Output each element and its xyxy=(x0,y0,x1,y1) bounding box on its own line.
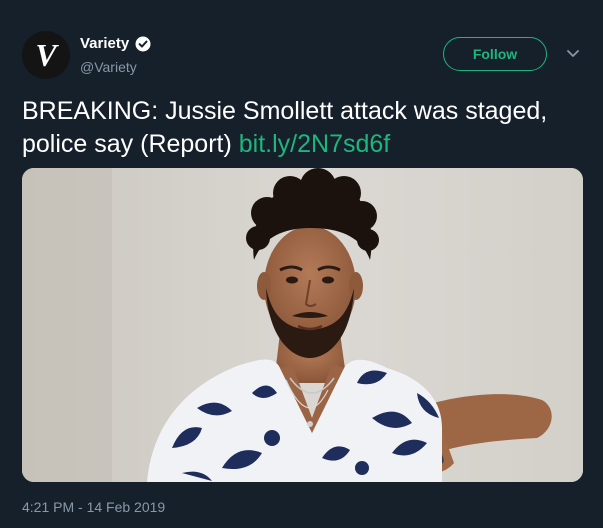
follow-button[interactable]: Follow xyxy=(443,37,547,71)
tweet-timestamp[interactable]: 4:21 PM - 14 Feb 2019 xyxy=(22,499,165,515)
user-handle[interactable]: @Variety xyxy=(80,59,137,75)
author-name-row: Variety xyxy=(80,35,151,52)
avatar[interactable]: V xyxy=(22,31,70,79)
tweet-photo[interactable] xyxy=(22,168,583,482)
display-name[interactable]: Variety xyxy=(80,35,129,52)
chevron-down-icon[interactable] xyxy=(564,47,582,61)
tweet-link[interactable]: bit.ly/2N7sd6f xyxy=(239,130,390,158)
tweet-text: BREAKING: Jussie Smollett attack was sta… xyxy=(22,95,587,161)
avatar-letter: V xyxy=(35,37,59,73)
tweet-card: V Variety @Variety Follow BREAKING: Juss… xyxy=(0,0,603,528)
verified-badge-icon xyxy=(135,36,151,52)
